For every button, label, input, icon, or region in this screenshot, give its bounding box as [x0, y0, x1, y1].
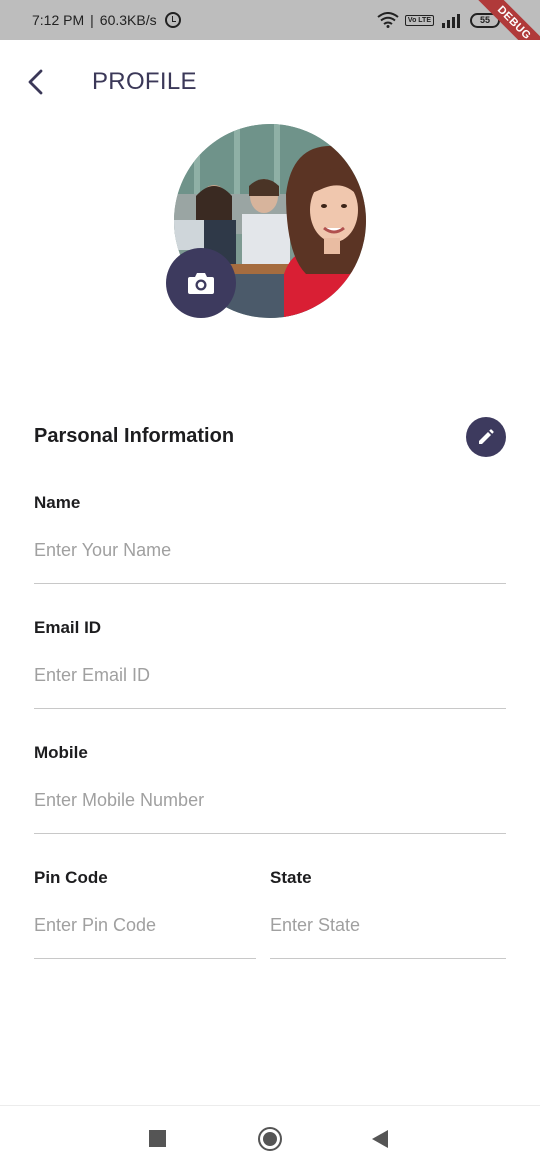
mobile-label: Mobile — [34, 743, 88, 762]
state-field: State — [270, 868, 506, 959]
back-button[interactable] — [20, 66, 52, 98]
pencil-icon — [479, 429, 494, 444]
pincode-underline — [34, 958, 256, 959]
page-title: PROFILE — [92, 68, 197, 95]
camera-icon — [188, 273, 214, 294]
email-underline — [34, 708, 506, 709]
section-title: Parsonal Information — [34, 425, 235, 447]
pincode-input[interactable] — [34, 914, 256, 936]
app-bar: PROFILE — [0, 40, 540, 124]
network-speed: 60.3KB/s — [99, 12, 157, 28]
system-nav-bar — [0, 1105, 540, 1170]
camera-button[interactable] — [166, 248, 236, 318]
triangle-back-icon[interactable] — [372, 1130, 388, 1148]
pincode-field: Pin Code — [34, 868, 256, 959]
state-label: State — [270, 868, 312, 887]
edit-button[interactable] — [466, 417, 506, 457]
status-bar: 7:12 PM | 60.3KB/s Vo LTE 55 DEBUG — [0, 0, 540, 40]
status-left: 7:12 PM | 60.3KB/s — [32, 12, 181, 28]
pincode-label: Pin Code — [34, 868, 108, 887]
state-underline — [270, 958, 506, 959]
name-field: Name — [34, 493, 506, 584]
email-field: Email ID — [34, 618, 506, 709]
square-icon[interactable] — [149, 1130, 166, 1147]
chevron-left-icon — [28, 69, 43, 95]
name-underline — [34, 583, 506, 584]
email-input[interactable] — [34, 664, 506, 686]
wifi-icon — [377, 12, 399, 28]
avatar-section — [166, 124, 370, 320]
mobile-input[interactable] — [34, 789, 506, 811]
status-time: 7:12 PM — [32, 12, 85, 28]
volte-icon: Vo LTE — [404, 14, 434, 26]
mobile-underline — [34, 833, 506, 834]
status-right: Vo LTE 55 — [377, 12, 500, 28]
email-label: Email ID — [34, 618, 102, 637]
signal-icon — [442, 14, 460, 28]
name-input[interactable] — [34, 539, 506, 561]
alarm-icon — [164, 12, 181, 28]
circle-icon[interactable] — [258, 1127, 282, 1151]
name-label: Name — [34, 493, 81, 512]
status-separator: | — [90, 12, 94, 28]
mobile-field: Mobile — [34, 743, 506, 834]
state-input[interactable] — [270, 914, 506, 936]
